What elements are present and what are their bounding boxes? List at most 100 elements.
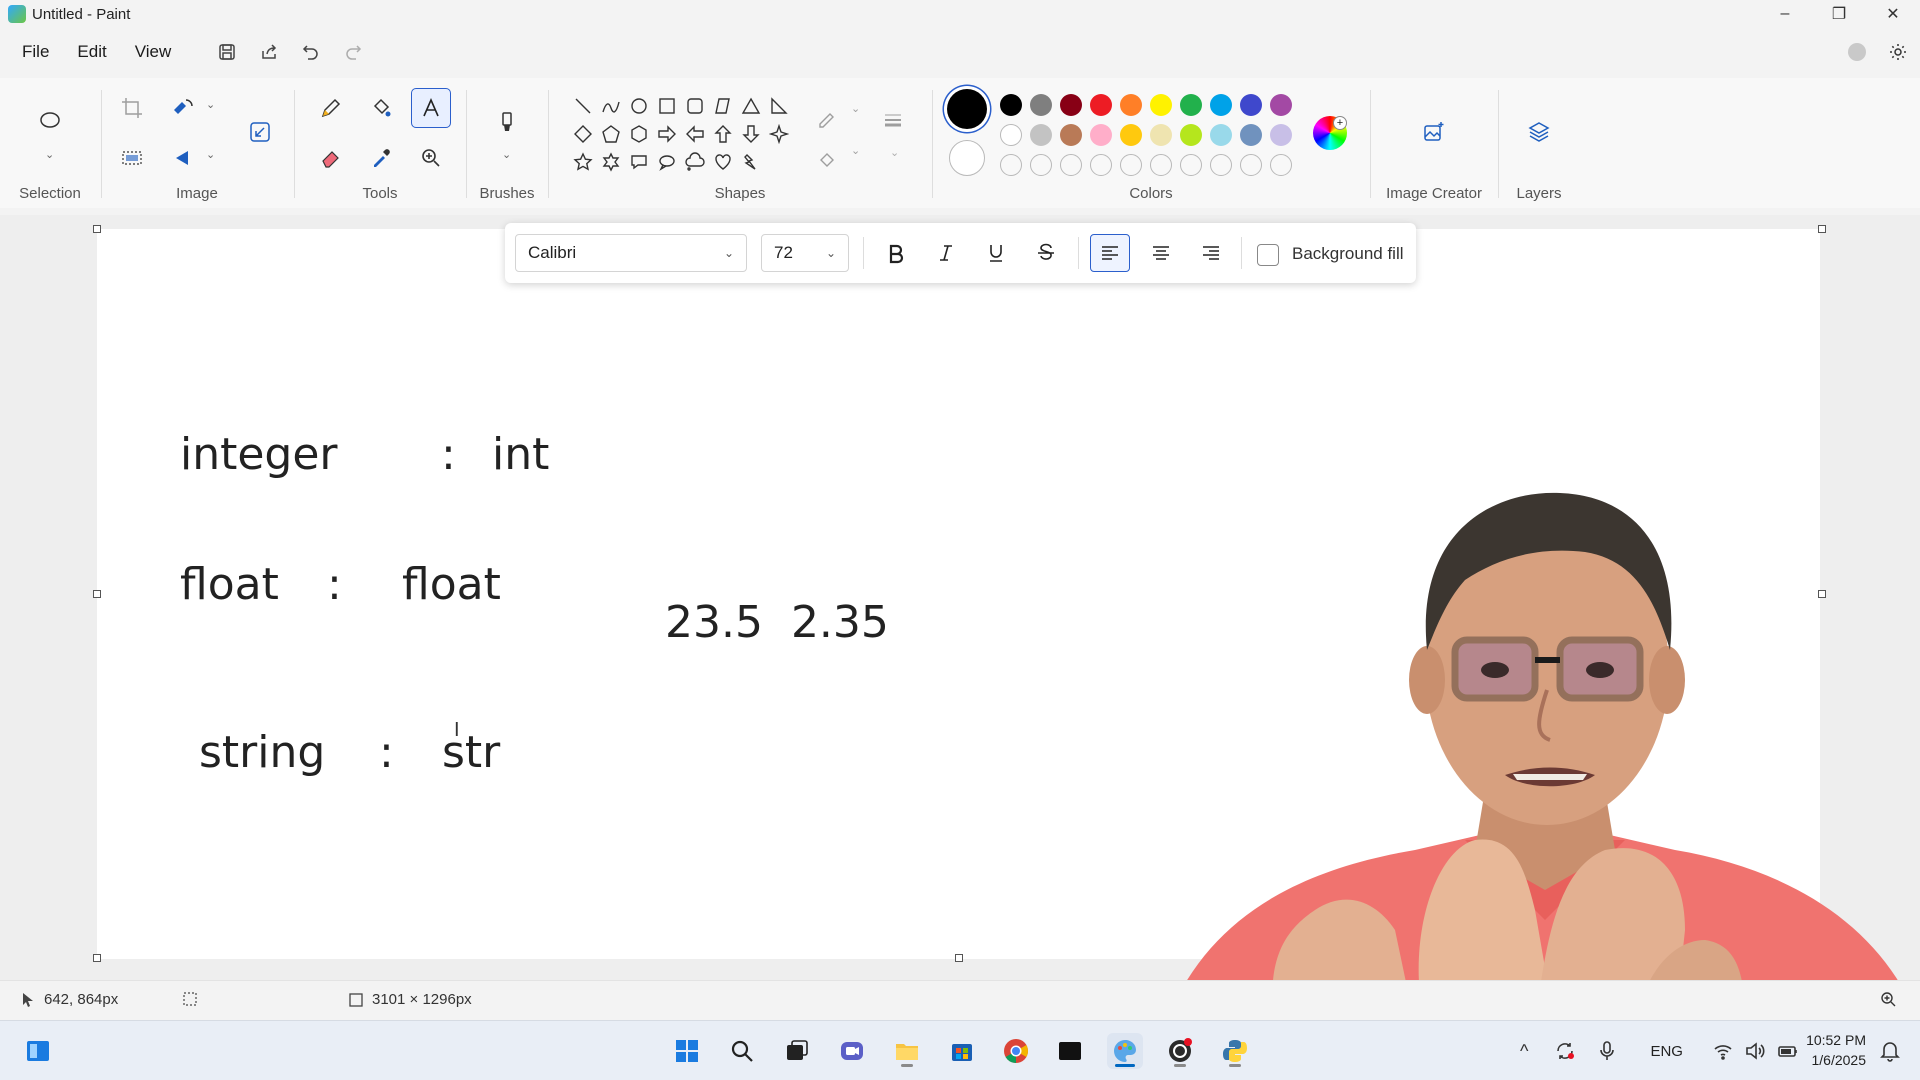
brushes-button[interactable] [487, 102, 527, 142]
color-swatch[interactable] [1150, 94, 1172, 116]
color-swatch[interactable] [1060, 124, 1082, 146]
flip-button[interactable] [162, 138, 202, 178]
line-shape-icon[interactable] [569, 92, 597, 120]
secondary-color-swatch[interactable] [949, 140, 985, 176]
rotate-button[interactable] [162, 88, 202, 128]
rectangular-callout-shape-icon[interactable] [625, 148, 653, 176]
right-arrow-shape-icon[interactable] [653, 120, 681, 148]
curve-shape-icon[interactable] [597, 92, 625, 120]
color-swatch[interactable] [1090, 94, 1112, 116]
custom-color-slot[interactable] [1240, 154, 1262, 176]
cloud-callout-shape-icon[interactable] [681, 148, 709, 176]
paint-taskbar-button[interactable] [1107, 1033, 1143, 1069]
canvas-resize-handle[interactable] [93, 954, 101, 962]
canvas-resize-handle[interactable] [93, 590, 101, 598]
chevron-down-icon[interactable]: ⌄ [206, 98, 215, 111]
up-arrow-shape-icon[interactable] [709, 120, 737, 148]
align-center-button[interactable] [1141, 234, 1181, 272]
polygon-shape-icon[interactable] [709, 92, 737, 120]
color-swatch[interactable] [1210, 94, 1232, 116]
fill-style-icon[interactable] [813, 146, 841, 174]
color-swatch[interactable] [1090, 124, 1112, 146]
eraser-tool[interactable] [311, 138, 351, 178]
search-button[interactable] [724, 1033, 760, 1069]
color-swatch[interactable] [1060, 94, 1082, 116]
rectangle-shape-icon[interactable] [653, 92, 681, 120]
taskbar-clock[interactable]: 10:52 PM 1/6/2025 [1806, 1030, 1866, 1070]
menu-view[interactable]: View [123, 36, 184, 68]
strikethrough-button[interactable] [1026, 234, 1066, 272]
magnifier-tool[interactable] [411, 138, 451, 178]
obs-button[interactable] [1162, 1033, 1198, 1069]
custom-color-slot[interactable] [1060, 154, 1082, 176]
color-swatch[interactable] [1270, 124, 1292, 146]
custom-color-slot[interactable] [1120, 154, 1142, 176]
custom-color-slot[interactable] [1030, 154, 1052, 176]
sync-icon[interactable] [1554, 1040, 1576, 1062]
zoom-in-button[interactable] [1880, 991, 1896, 1007]
font-family-dropdown[interactable]: Calibri ⌄ [515, 234, 747, 272]
volume-icon[interactable] [1745, 1042, 1765, 1060]
remove-background-button[interactable] [112, 138, 152, 178]
color-swatch[interactable] [1030, 94, 1052, 116]
resize-button[interactable] [240, 112, 280, 152]
bold-button[interactable] [876, 234, 916, 272]
chevron-down-icon[interactable]: ⌄ [890, 146, 899, 159]
image-creator-button[interactable] [1414, 112, 1454, 152]
color-swatch[interactable] [1180, 124, 1202, 146]
chevron-down-icon[interactable]: ⌄ [851, 144, 860, 157]
canvas-resize-handle[interactable] [93, 225, 101, 233]
pencil-tool[interactable] [311, 88, 351, 128]
notifications-bell-icon[interactable] [1880, 1040, 1900, 1062]
redo-button[interactable] [335, 36, 371, 68]
left-arrow-shape-icon[interactable] [681, 120, 709, 148]
custom-color-slot[interactable] [1090, 154, 1112, 176]
lightning-shape-icon[interactable] [737, 148, 765, 176]
custom-color-slot[interactable] [1210, 154, 1232, 176]
account-avatar[interactable] [1848, 43, 1866, 61]
undo-button[interactable] [293, 36, 329, 68]
four-point-star-shape-icon[interactable] [765, 120, 793, 148]
text-tool[interactable] [411, 88, 451, 128]
canvas-resize-handle[interactable] [1818, 225, 1826, 233]
color-swatch[interactable] [1210, 124, 1232, 146]
color-swatch[interactable] [1030, 124, 1052, 146]
microphone-icon[interactable] [1598, 1040, 1616, 1062]
custom-color-slot[interactable] [1000, 154, 1022, 176]
oval-callout-shape-icon[interactable] [653, 148, 681, 176]
python-button[interactable] [1217, 1033, 1253, 1069]
background-fill-checkbox[interactable] [1257, 244, 1279, 266]
save-button[interactable] [209, 36, 245, 68]
align-right-button[interactable] [1191, 234, 1231, 272]
font-size-dropdown[interactable]: 72 ⌄ [761, 234, 849, 272]
heart-shape-icon[interactable] [709, 148, 737, 176]
color-picker-tool[interactable] [361, 138, 401, 178]
minimize-button[interactable]: – [1758, 0, 1812, 28]
color-swatch[interactable] [1120, 94, 1142, 116]
pentagon-shape-icon[interactable] [597, 120, 625, 148]
layers-button[interactable] [1519, 112, 1559, 152]
primary-color-swatch[interactable] [947, 89, 987, 129]
crop-button[interactable] [112, 88, 152, 128]
rounded-rectangle-shape-icon[interactable] [681, 92, 709, 120]
task-view-button[interactable] [779, 1033, 815, 1069]
outline-style-icon[interactable] [813, 104, 841, 132]
widgets-button[interactable] [20, 1033, 56, 1069]
stroke-size-icon[interactable] [879, 106, 907, 134]
share-button[interactable] [251, 36, 287, 68]
five-point-star-shape-icon[interactable] [569, 148, 597, 176]
color-swatch[interactable] [1180, 94, 1202, 116]
restore-button[interactable]: ❐ [1812, 0, 1866, 28]
color-swatch[interactable] [1000, 124, 1022, 146]
color-swatch[interactable] [1000, 94, 1022, 116]
custom-color-slot[interactable] [1150, 154, 1172, 176]
battery-icon[interactable] [1777, 1042, 1799, 1060]
terminal-button[interactable] [1052, 1033, 1088, 1069]
selection-tool[interactable] [30, 102, 70, 142]
file-explorer-button[interactable] [889, 1033, 925, 1069]
fill-tool[interactable] [361, 88, 401, 128]
color-swatch[interactable] [1270, 94, 1292, 116]
menu-edit[interactable]: Edit [65, 36, 118, 68]
start-button[interactable] [669, 1033, 705, 1069]
oval-shape-icon[interactable] [625, 92, 653, 120]
